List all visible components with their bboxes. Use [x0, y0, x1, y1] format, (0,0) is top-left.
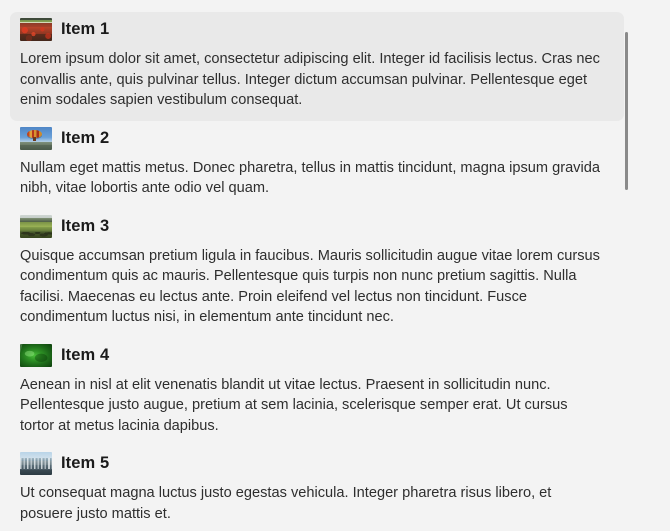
list-item-title: Item 2 — [61, 128, 110, 147]
list-item[interactable]: Item 2 Nullam eget mattis metus. Donec p… — [10, 121, 624, 209]
list-item-title: Item 1 — [61, 20, 110, 38]
list-item-header: Item 1 — [20, 16, 614, 43]
list-item-body: Aenean in nisl at elit venenatis blandit… — [20, 376, 568, 434]
green-field-thumbnail — [20, 214, 52, 238]
list-item[interactable]: Item 3 Quisque accumsan pretium ligula i… — [10, 209, 624, 338]
list-item-title: Item 4 — [61, 345, 110, 364]
right-gutter — [634, 0, 670, 531]
list-item[interactable]: Item 5 Ut consequat magna luctus justo e… — [10, 446, 624, 531]
list-item-body: Lorem ipsum dolor sit amet, consectetur … — [20, 51, 600, 108]
list-scroll-area[interactable]: Item 1 Lorem ipsum dolor sit amet, conse… — [0, 0, 634, 531]
green-leaf-thumbnail — [20, 343, 52, 367]
harbor-thumbnail — [20, 452, 52, 475]
list-item-title: Item 5 — [61, 454, 110, 472]
vertical-scrollbar[interactable] — [620, 0, 634, 531]
list-item[interactable]: Item 1 Lorem ipsum dolor sit amet, conse… — [10, 12, 624, 121]
list-item-header: Item 3 — [20, 213, 614, 240]
list-item-header: Item 5 — [20, 450, 614, 477]
list-item[interactable]: Item 4 Aenean in nisl at elit venenatis … — [10, 338, 624, 447]
hot-air-balloon-thumbnail — [20, 126, 52, 150]
list-view[interactable]: Item 1 Lorem ipsum dolor sit amet, conse… — [0, 0, 670, 531]
list-item-header: Item 2 — [20, 125, 614, 152]
list-item-body: Quisque accumsan pretium ligula in fauci… — [20, 247, 600, 326]
list-item-title: Item 3 — [61, 216, 110, 235]
scrollbar-thumb[interactable] — [625, 32, 628, 190]
list-item-header: Item 4 — [20, 342, 614, 369]
list-item-body: Ut consequat magna luctus justo egestas … — [20, 485, 552, 522]
poppy-field-thumbnail — [20, 18, 52, 41]
list-item-body: Nullam eget mattis metus. Donec pharetra… — [20, 159, 600, 197]
